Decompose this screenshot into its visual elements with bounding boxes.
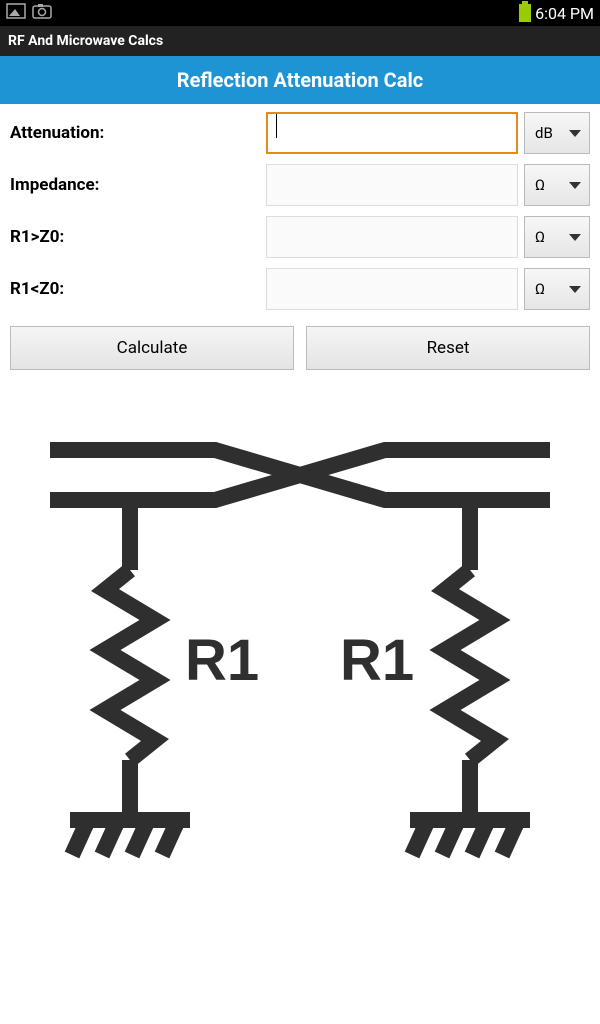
input-r1lt[interactable] bbox=[266, 268, 518, 310]
row-r1gt: R1>Z0: Ω bbox=[10, 216, 590, 258]
form-area: Attenuation: dB Impedance: Ω R1>Z0: Ω R1… bbox=[0, 104, 600, 310]
chevron-down-icon bbox=[569, 182, 581, 189]
unit-r1gt[interactable]: Ω bbox=[524, 216, 590, 258]
app-bar: RF And Microwave Calcs bbox=[0, 26, 600, 56]
text-cursor bbox=[276, 114, 277, 138]
unit-attenuation-label: dB bbox=[535, 124, 553, 142]
label-r1lt: R1<Z0: bbox=[10, 279, 266, 299]
unit-attenuation[interactable]: dB bbox=[524, 112, 590, 154]
page-title-bar: Reflection Attenuation Calc bbox=[0, 56, 600, 104]
status-right: 6:04 PM bbox=[519, 4, 594, 23]
row-r1lt: R1<Z0: Ω bbox=[10, 268, 590, 310]
status-left bbox=[6, 3, 52, 23]
label-attenuation: Attenuation: bbox=[10, 123, 266, 143]
unit-r1lt[interactable]: Ω bbox=[524, 268, 590, 310]
unit-impedance-label: Ω bbox=[535, 176, 545, 194]
label-r1-right: R1 bbox=[340, 628, 414, 693]
reset-button[interactable]: Reset bbox=[306, 326, 590, 370]
unit-r1gt-label: Ω bbox=[535, 228, 545, 246]
unit-impedance[interactable]: Ω bbox=[524, 164, 590, 206]
app-title: RF And Microwave Calcs bbox=[8, 33, 163, 49]
chevron-down-icon bbox=[569, 234, 581, 241]
input-attenuation[interactable] bbox=[266, 112, 518, 154]
label-impedance: Impedance: bbox=[10, 175, 266, 195]
chevron-down-icon bbox=[569, 130, 581, 137]
label-r1-left: R1 bbox=[185, 628, 259, 693]
row-attenuation: Attenuation: dB bbox=[10, 112, 590, 154]
button-row: Calculate Reset bbox=[0, 320, 600, 370]
row-impedance: Impedance: Ω bbox=[10, 164, 590, 206]
unit-r1lt-label: Ω bbox=[535, 280, 545, 298]
status-bar: 6:04 PM bbox=[0, 0, 600, 26]
reset-label: Reset bbox=[427, 338, 470, 358]
label-r1gt: R1>Z0: bbox=[10, 227, 266, 247]
image-icon bbox=[6, 3, 26, 23]
input-impedance[interactable] bbox=[266, 164, 518, 206]
clock: 6:04 PM bbox=[535, 4, 594, 23]
camera-icon bbox=[32, 3, 52, 23]
calculate-button[interactable]: Calculate bbox=[10, 326, 294, 370]
page-title: Reflection Attenuation Calc bbox=[177, 68, 423, 92]
input-r1gt[interactable] bbox=[266, 216, 518, 258]
calculate-label: Calculate bbox=[117, 338, 188, 358]
circuit-diagram: R1 R1 bbox=[0, 370, 600, 914]
battery-icon bbox=[519, 4, 531, 22]
circuit-svg: R1 R1 bbox=[10, 410, 590, 910]
chevron-down-icon bbox=[569, 286, 581, 293]
